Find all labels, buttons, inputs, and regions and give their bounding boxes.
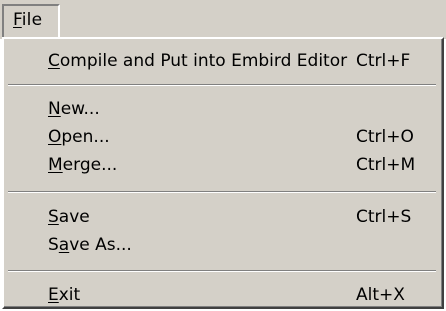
label-post: xit [58,285,81,305]
label-accel: M [48,155,63,175]
menu-item-exit[interactable]: Exit Alt+X [4,282,442,310]
menu-file-label-accel: F [13,10,22,30]
label-post: ve As... [69,235,132,255]
menu-separator [8,270,436,272]
label-post: ave [58,207,90,227]
menu-item-merge-shortcut: Ctrl+M [356,155,416,175]
label-pre: S [48,235,59,255]
menu-item-compile-label: Compile and Put into Embird Editor [48,51,347,71]
menu-item-merge[interactable]: Merge... Ctrl+M [4,152,442,180]
menu-item-save-as[interactable]: Save As... [4,232,442,260]
menu-item-save-label: Save [48,207,90,227]
menu-item-exit-label: Exit [48,285,80,305]
label-post: ew... [60,99,100,119]
label-accel: S [48,207,59,227]
menu-item-new-label: New... [48,99,100,119]
menu-item-exit-shortcut: Alt+X [356,285,405,305]
label-accel: a [58,235,70,255]
menu-item-open-label: Open... [48,127,110,147]
menu-item-compile-shortcut: Ctrl+F [356,51,411,71]
menu-item-open[interactable]: Open... Ctrl+O [4,124,442,152]
menu-separator [8,191,436,193]
menu-separator [8,84,436,86]
menu-bar: File [0,0,446,39]
menu-item-open-shortcut: Ctrl+O [356,127,414,147]
label-accel: C [48,51,60,71]
label-post: ompile and Put into Embird Editor [59,51,348,71]
menu-item-compile[interactable]: Compile and Put into Embird Editor Ctrl+… [4,48,442,76]
menu-item-save-shortcut: Ctrl+S [356,207,412,227]
menu-item-save-as-label: Save As... [48,235,132,255]
file-menu-dropdown: Compile and Put into Embird Editor Ctrl+… [2,37,444,309]
menu-item-new[interactable]: New... [4,96,442,124]
label-post: erge... [62,155,118,175]
label-accel: E [48,285,59,305]
menu-file-label-post: ile [21,10,43,30]
label-post: pen... [61,127,110,147]
label-accel: O [48,127,62,147]
label-accel: N [48,99,61,119]
menu-file[interactable]: File [2,4,60,37]
menu-item-save[interactable]: Save Ctrl+S [4,204,442,232]
menu-item-merge-label: Merge... [48,155,117,175]
